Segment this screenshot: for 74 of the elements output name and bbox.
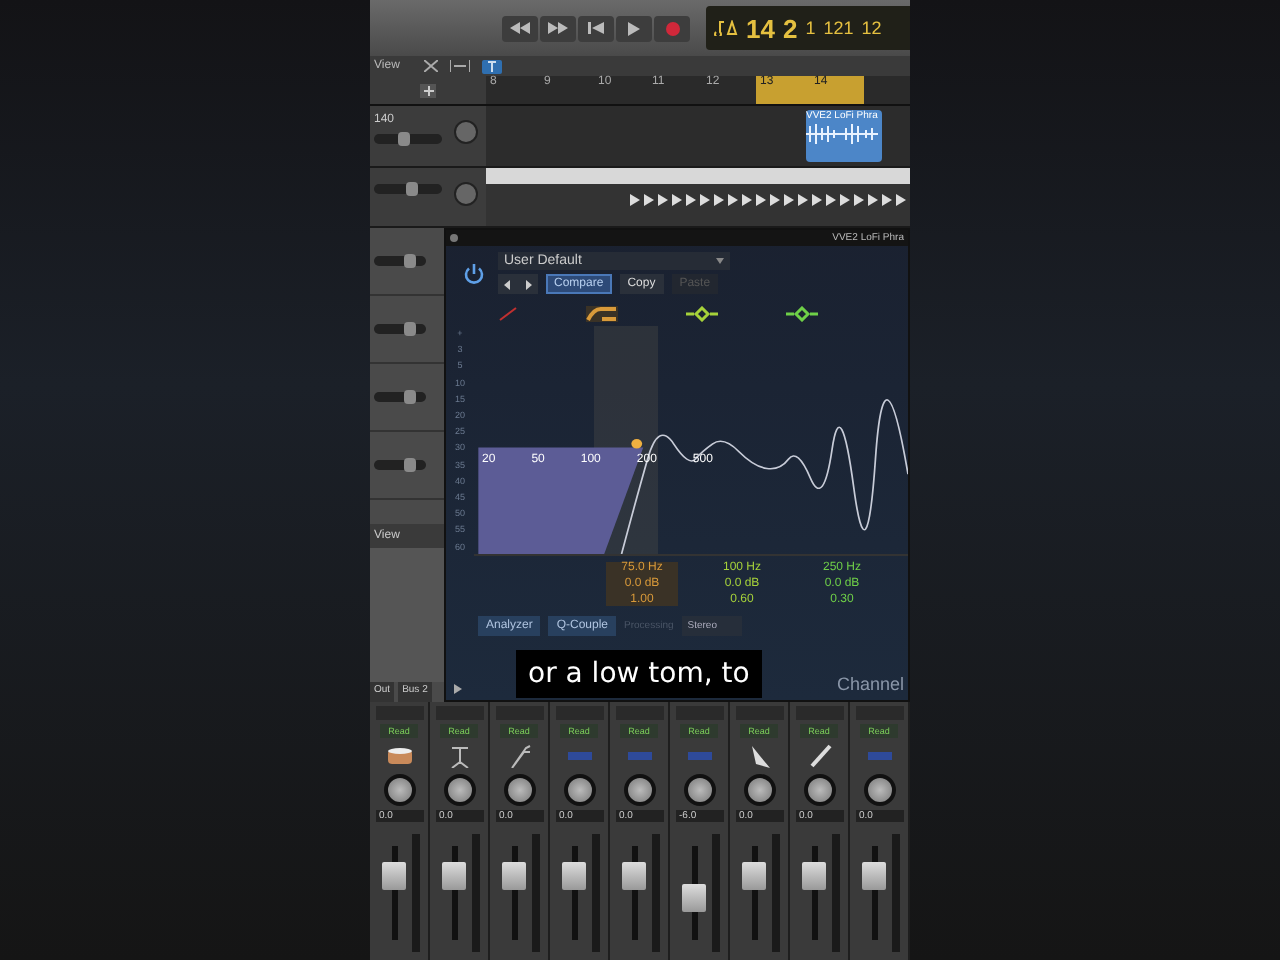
go-to-start-button[interactable] <box>578 15 614 41</box>
slider-thumb[interactable] <box>404 322 417 336</box>
caret-icon <box>716 258 724 264</box>
waveform-drawing <box>806 122 878 146</box>
play-icon <box>628 21 640 35</box>
stick-icon <box>807 744 831 768</box>
pan-knob[interactable] <box>623 774 655 806</box>
subtitle-caption: or a low tom, to <box>516 650 762 698</box>
rewind-button[interactable] <box>502 15 538 41</box>
catch-icon[interactable] <box>481 59 502 73</box>
level-meter <box>831 834 839 952</box>
fader-handle[interactable] <box>681 883 705 912</box>
tempo-number: 12 <box>861 18 882 38</box>
fader-handle[interactable] <box>621 862 645 891</box>
band-off-icon[interactable] <box>498 306 518 322</box>
go-to-start-icon <box>588 22 604 34</box>
pan-knob[interactable] <box>563 774 595 806</box>
bell-band-icon[interactable] <box>686 306 718 322</box>
record-icon <box>665 21 679 35</box>
band-handle-icon[interactable] <box>631 439 643 449</box>
level-meter <box>411 834 419 952</box>
fast-forward-icon <box>548 22 568 34</box>
plugin-slot-icon <box>867 752 891 760</box>
level-meter <box>651 834 659 952</box>
level-meter <box>471 834 479 952</box>
pan-knob[interactable] <box>383 774 415 806</box>
plugin-slot-icon <box>567 752 591 760</box>
fader-handle[interactable] <box>381 862 405 891</box>
horn-icon <box>747 743 771 769</box>
fader-handle[interactable] <box>441 862 465 891</box>
tongs-icon <box>507 744 531 768</box>
fader-handle[interactable] <box>861 862 885 891</box>
channel-label: Channel <box>836 674 904 694</box>
division-number: 1 <box>805 18 816 38</box>
bell-band-icon[interactable] <box>786 306 818 322</box>
slider-thumb[interactable] <box>398 132 411 146</box>
slider-thumb[interactable] <box>405 181 418 195</box>
beat-number: 2 <box>782 13 798 43</box>
pan-knob[interactable] <box>443 774 475 806</box>
scissors-icon[interactable] <box>423 60 438 72</box>
level-meter <box>711 834 719 952</box>
split-icon[interactable] <box>449 60 470 72</box>
bar-number: 14 <box>746 13 775 43</box>
pan-knob[interactable] <box>683 774 715 806</box>
fader-handle[interactable] <box>801 862 825 891</box>
level-meter <box>771 834 779 952</box>
pan-knob[interactable] <box>803 774 835 806</box>
disclosure-icon[interactable] <box>454 684 462 694</box>
level-meter <box>591 834 599 952</box>
metronome-icon <box>714 20 738 36</box>
fader-handle[interactable] <box>741 862 765 891</box>
pan-knob[interactable] <box>503 774 535 806</box>
play-button[interactable] <box>616 15 652 41</box>
slider-thumb[interactable] <box>404 458 417 472</box>
fader-handle[interactable] <box>561 862 585 891</box>
fast-forward-button[interactable] <box>540 15 576 41</box>
close-icon[interactable] <box>450 234 458 242</box>
tick-number: 121 <box>823 18 854 38</box>
power-icon[interactable] <box>462 261 486 285</box>
plugin-slot-icon <box>627 752 651 760</box>
slider-thumb[interactable] <box>404 254 417 268</box>
high-pass-icon[interactable] <box>586 306 618 322</box>
pan-knob[interactable] <box>863 774 895 806</box>
plugin-slot-icon <box>687 752 711 760</box>
drum-icon <box>385 746 413 766</box>
add-track-button[interactable] <box>420 83 436 97</box>
preset-arrows[interactable] <box>498 274 538 294</box>
level-meter <box>891 834 899 952</box>
pan-knob[interactable] <box>743 774 775 806</box>
level-meter <box>531 834 539 952</box>
fader-handle[interactable] <box>501 862 525 891</box>
cymbal-stand-icon <box>447 744 471 768</box>
rewind-icon <box>510 22 530 34</box>
slider-thumb[interactable] <box>404 390 417 404</box>
